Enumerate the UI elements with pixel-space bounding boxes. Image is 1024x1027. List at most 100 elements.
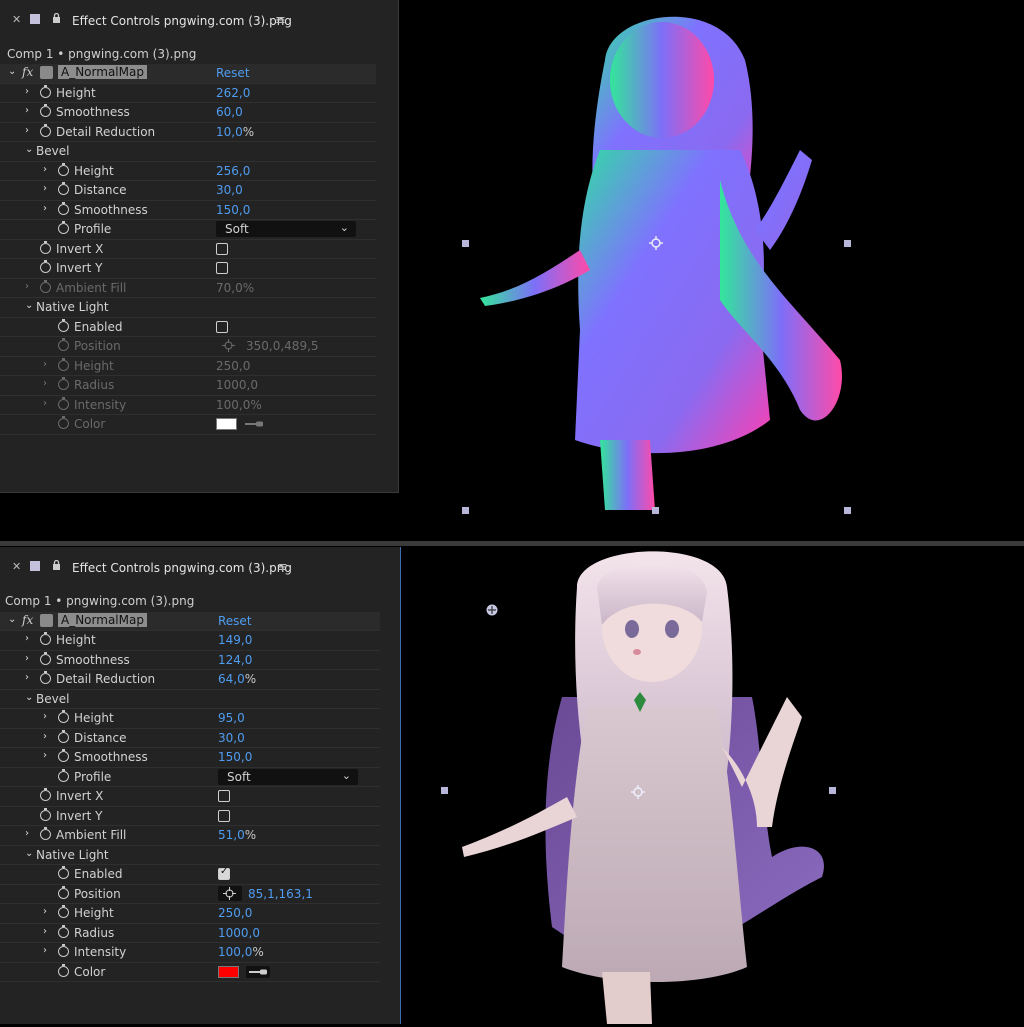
chevron-right-icon[interactable]: › — [43, 203, 51, 214]
stopwatch-icon[interactable] — [58, 905, 69, 918]
crosshair-icon[interactable] — [223, 886, 236, 900]
checkbox-icon[interactable] — [216, 262, 228, 274]
color-swatch[interactable] — [216, 418, 237, 430]
stopwatch-icon[interactable] — [58, 338, 69, 351]
property-value[interactable]: 1000,0 — [218, 926, 260, 940]
transform-handle[interactable] — [441, 787, 448, 794]
property-value[interactable]: 1000,0 — [216, 378, 258, 392]
eyedropper-icon[interactable] — [246, 965, 270, 978]
property-value[interactable]: 124,0 — [218, 653, 252, 667]
chevron-down-icon[interactable]: ⌄ — [8, 615, 16, 625]
lock-icon[interactable] — [52, 13, 61, 23]
chevron-right-icon[interactable]: › — [43, 184, 51, 194]
close-icon[interactable]: ✕ — [12, 560, 21, 573]
property-value[interactable]: 256,0 — [216, 164, 250, 178]
eyedropper-icon[interactable] — [244, 420, 264, 428]
stopwatch-icon[interactable] — [40, 260, 51, 273]
transform-handle[interactable] — [844, 240, 851, 247]
stopwatch-icon[interactable] — [40, 651, 51, 665]
checkbox-icon[interactable] — [218, 790, 230, 802]
chevron-down-icon[interactable]: ⌄ — [25, 848, 33, 859]
checkbox-icon[interactable] — [216, 320, 228, 333]
chevron-right-icon[interactable]: › — [43, 926, 51, 937]
effect-name[interactable]: A_NormalMap — [58, 65, 147, 79]
panel-menu-icon[interactable]: ≡ — [275, 13, 286, 28]
checkbox-icon[interactable] — [216, 242, 228, 255]
stopwatch-icon[interactable] — [58, 318, 69, 332]
chevron-right-icon[interactable]: › — [43, 907, 51, 917]
chevron-right-icon[interactable]: › — [43, 712, 51, 722]
stopwatch-icon[interactable] — [40, 240, 51, 254]
group-bevel[interactable]: ⌄ Bevel — [0, 690, 380, 709]
chevron-down-icon[interactable]: ⌄ — [25, 692, 33, 703]
property-value[interactable]: 85,1,163,1 — [248, 887, 313, 901]
chevron-right-icon[interactable]: › — [43, 379, 51, 389]
panel-tab-title[interactable]: Effect Controls pngwing.com (3).png — [72, 561, 292, 575]
panel-menu-icon[interactable]: ≡ — [277, 560, 288, 575]
chevron-right-icon[interactable]: › — [25, 829, 33, 839]
stopwatch-icon[interactable] — [40, 123, 51, 137]
stopwatch-icon[interactable] — [58, 201, 69, 215]
chevron-down-icon[interactable]: ⌄ — [25, 301, 33, 311]
chevron-right-icon[interactable]: › — [25, 281, 33, 292]
lock-icon[interactable] — [52, 560, 61, 570]
property-value[interactable]: 250,0 — [216, 359, 250, 373]
panel-tab-title[interactable]: Effect Controls pngwing.com (3).png — [72, 14, 292, 28]
property-value[interactable]: 10,0% — [216, 125, 254, 139]
stopwatch-icon[interactable] — [40, 788, 51, 801]
stopwatch-icon[interactable] — [40, 807, 51, 821]
property-value[interactable]: 150,0 — [218, 750, 252, 764]
effect-toggle-icon[interactable]: fx — [22, 65, 33, 79]
property-value[interactable]: 95,0 — [218, 711, 245, 725]
chevron-right-icon[interactable]: › — [43, 946, 51, 956]
transform-handle[interactable] — [829, 787, 836, 794]
group-bevel[interactable]: ⌄ Bevel — [0, 142, 376, 162]
panel-square-icon[interactable] — [30, 14, 40, 24]
property-value[interactable]: 70,0% — [216, 281, 254, 295]
profile-dropdown[interactable]: Soft ⌄ — [216, 221, 356, 237]
stopwatch-icon[interactable] — [40, 104, 51, 117]
stopwatch-icon[interactable] — [58, 162, 69, 176]
stopwatch-icon[interactable] — [58, 221, 69, 234]
chevron-right-icon[interactable]: › — [43, 398, 51, 409]
light-position-icon[interactable] — [485, 603, 499, 617]
stopwatch-icon[interactable] — [40, 279, 51, 293]
property-value[interactable]: 250,0 — [218, 906, 252, 920]
reset-button[interactable]: Reset — [216, 66, 250, 80]
stopwatch-icon[interactable] — [58, 866, 69, 879]
chevron-right-icon[interactable]: › — [25, 106, 33, 116]
profile-dropdown[interactable]: Soft ⌄ — [218, 768, 358, 785]
stopwatch-icon[interactable] — [58, 924, 69, 938]
chevron-right-icon[interactable]: › — [25, 86, 33, 97]
property-value[interactable]: 100,0% — [216, 398, 262, 412]
stopwatch-icon[interactable] — [58, 357, 69, 371]
composition-viewer-top[interactable] — [400, 0, 1024, 540]
transform-handle[interactable] — [844, 507, 851, 514]
property-value[interactable]: 100,0% — [218, 945, 264, 959]
chevron-right-icon[interactable]: › — [43, 751, 51, 761]
close-icon[interactable]: ✕ — [12, 13, 21, 26]
stopwatch-icon[interactable] — [58, 182, 69, 195]
chevron-right-icon[interactable]: › — [43, 731, 51, 742]
composition-viewer-bottom[interactable] — [402, 547, 1024, 1024]
transform-handle[interactable] — [652, 507, 659, 514]
property-value[interactable]: 150,0 — [216, 203, 250, 217]
property-value[interactable]: 149,0 — [218, 633, 252, 647]
transform-handle[interactable] — [462, 240, 469, 247]
stopwatch-icon[interactable] — [40, 632, 51, 645]
chevron-right-icon[interactable]: › — [25, 125, 33, 136]
panel-square-icon[interactable] — [30, 561, 40, 571]
stopwatch-icon[interactable] — [58, 396, 69, 410]
stopwatch-icon[interactable] — [58, 963, 69, 977]
reset-button[interactable]: Reset — [218, 614, 252, 628]
checkbox-icon[interactable] — [218, 809, 230, 822]
effect-name[interactable]: A_NormalMap — [58, 613, 147, 627]
stopwatch-icon[interactable] — [58, 729, 69, 743]
chevron-right-icon[interactable]: › — [43, 359, 51, 370]
crosshair-icon[interactable] — [222, 339, 235, 352]
property-value[interactable]: 30,0 — [216, 183, 243, 197]
property-value[interactable]: 60,0 — [216, 105, 243, 119]
anchor-point-icon[interactable] — [631, 785, 645, 799]
stopwatch-icon[interactable] — [40, 84, 51, 98]
stopwatch-icon[interactable] — [58, 377, 69, 390]
